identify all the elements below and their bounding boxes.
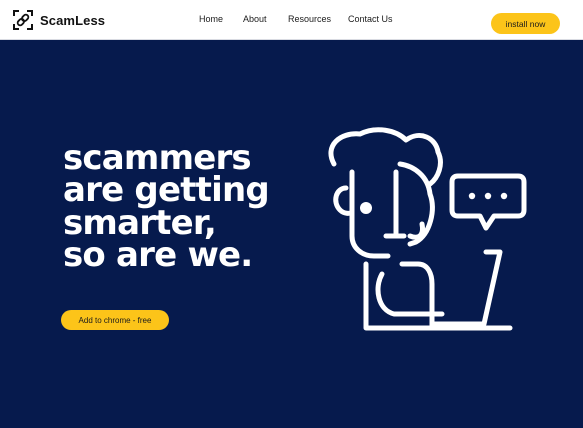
headline-line: so are we.	[63, 234, 253, 275]
person-at-laptop-with-chat-bubble-icon	[328, 127, 527, 331]
landing-page: ScamLess Home About Resources Contact Us…	[0, 0, 583, 428]
nav-link-about[interactable]: About	[243, 14, 267, 24]
hero-headline: scammers are getting smarter, so are we.	[63, 141, 323, 275]
install-now-button[interactable]: install now	[491, 13, 560, 34]
add-to-chrome-button[interactable]: Add to chrome - free	[61, 310, 169, 330]
top-navbar: ScamLess Home About Resources Contact Us…	[0, 0, 583, 40]
nav-link-home[interactable]: Home	[199, 14, 223, 24]
headline-line: are getting	[63, 170, 270, 211]
nav-link-contact-us[interactable]: Contact Us	[348, 14, 393, 24]
nav-link-resources[interactable]: Resources	[288, 14, 331, 24]
